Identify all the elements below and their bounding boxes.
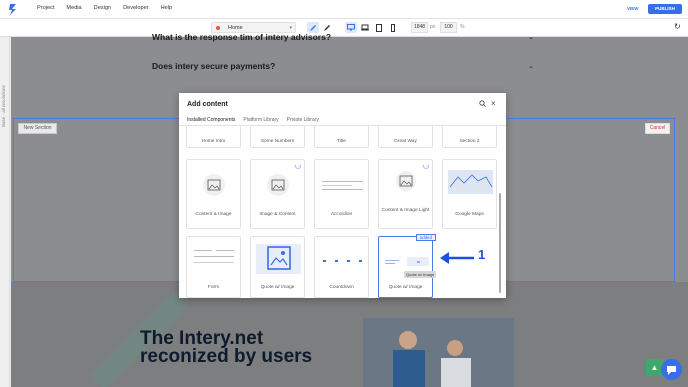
component-name: Content & Image: [195, 212, 232, 217]
zoom-unit: %: [460, 24, 465, 30]
component-name: Google Maps: [455, 212, 484, 217]
page-select-label: Home: [228, 25, 243, 31]
resolution-label: Base - all resolutions: [1, 85, 6, 127]
added-badge: added: [416, 234, 436, 241]
hero-heading: The Intery.net reconized by users: [140, 328, 313, 367]
component-thumbnail: [254, 242, 303, 280]
tablet-icon: [376, 23, 382, 32]
component-card[interactable]: Form: [186, 236, 241, 298]
view-link[interactable]: VIEW: [627, 6, 639, 11]
component-thumbnail: [190, 242, 239, 280]
brush-icon: [324, 24, 330, 31]
chat-icon: [667, 366, 676, 375]
logo-icon: [9, 4, 16, 15]
resolution-strip: Base - all resolutions: [0, 37, 10, 387]
editor-toolbar: [0, 19, 688, 37]
faq-question: What is the response tim of intery advis…: [152, 32, 332, 42]
component-card[interactable]: Google Maps: [442, 159, 497, 229]
add-content-modal: Add content × Installed Components Platf…: [179, 93, 506, 298]
component-name: Section 2: [459, 139, 480, 144]
component-thumbnail: [318, 165, 367, 203]
width-unit: px: [430, 24, 436, 30]
close-icon[interactable]: ×: [491, 99, 496, 108]
modal-scrollbar[interactable]: [499, 193, 501, 293]
menu-developer[interactable]: Developer: [123, 5, 149, 11]
chevron-down-icon: ▾: [289, 25, 292, 31]
component-card[interactable]: Great Way: [378, 126, 433, 148]
hero-image: [363, 318, 514, 387]
component-card[interactable]: Content & Image: [186, 159, 241, 229]
component-name: Great Way: [394, 139, 417, 144]
component-thumbnail: [446, 165, 495, 203]
component-name: Quote w/ Image: [260, 285, 295, 290]
menu-project[interactable]: Project: [37, 5, 54, 11]
desktop-view-button[interactable]: [345, 22, 357, 33]
component-thumbnail: [254, 163, 303, 203]
component-thumbnail: [190, 165, 239, 203]
component-card-selected[interactable]: Quote w/ Image: [378, 236, 433, 298]
component-thumbnail: [318, 242, 367, 280]
faq-question: Does intery secure payments?: [152, 61, 276, 71]
cancel-button[interactable]: Cancel: [645, 123, 670, 134]
component-card[interactable]: Accordion: [314, 159, 369, 229]
chevron-down-icon[interactable]: ⌄: [528, 62, 534, 70]
component-name: Image & Content: [259, 212, 296, 217]
component-name: Home Intro: [201, 139, 226, 144]
mobile-icon: [391, 23, 395, 32]
component-grid: Home Intro Some Numbers Title Great Way …: [186, 126, 499, 298]
search-icon[interactable]: [479, 100, 486, 109]
component-name: Accordion: [330, 212, 353, 217]
desktop-icon: [347, 24, 355, 31]
publish-button[interactable]: PUBLISH: [648, 4, 682, 14]
component-name: Title: [337, 139, 346, 144]
component-card[interactable]: Quote w/ Image: [250, 236, 305, 298]
component-card[interactable]: Countdown: [314, 236, 369, 298]
menu-design[interactable]: Design: [94, 5, 111, 11]
component-name: Form: [207, 285, 220, 290]
menu-media[interactable]: Media: [66, 5, 81, 11]
refresh-icon[interactable]: ↻: [674, 22, 681, 31]
component-thumbnail: [382, 163, 431, 203]
top-bar: Project Media Design Developer Help VIEW…: [0, 0, 688, 19]
zoom-field[interactable]: 100: [440, 22, 457, 33]
component-card[interactable]: Some Numbers: [250, 126, 305, 148]
page-status-dot: [216, 26, 220, 30]
laptop-icon: [361, 24, 369, 31]
annotation-number: 1: [478, 247, 486, 262]
tablet-view-button[interactable]: [373, 22, 385, 33]
pen-icon: [310, 24, 316, 31]
main-menu: Project Media Design Developer Help: [37, 5, 172, 11]
component-name: Some Numbers: [260, 139, 295, 144]
width-field[interactable]: 1848: [411, 22, 428, 33]
component-name: Quote w/ Image: [388, 285, 423, 290]
chat-button[interactable]: [661, 359, 682, 380]
component-card[interactable]: Section 2: [442, 126, 497, 148]
new-section-button[interactable]: New Section: [18, 123, 57, 134]
component-card[interactable]: Title: [314, 126, 369, 148]
modal-title: Add content: [187, 101, 228, 108]
component-card[interactable]: Content & Image Light: [378, 159, 433, 229]
component-card[interactable]: Image & Content: [250, 159, 305, 229]
laptop-view-button[interactable]: [359, 22, 371, 33]
component-card[interactable]: Home Intro: [186, 126, 241, 148]
menu-help[interactable]: Help: [161, 5, 173, 11]
chevron-down-icon[interactable]: ⌄: [528, 33, 534, 41]
component-name: Content & Image Light: [381, 208, 430, 213]
component-name: Countdown: [329, 285, 354, 290]
mobile-view-button[interactable]: [387, 22, 399, 33]
tooltip: Quote w/ Image: [404, 271, 437, 278]
